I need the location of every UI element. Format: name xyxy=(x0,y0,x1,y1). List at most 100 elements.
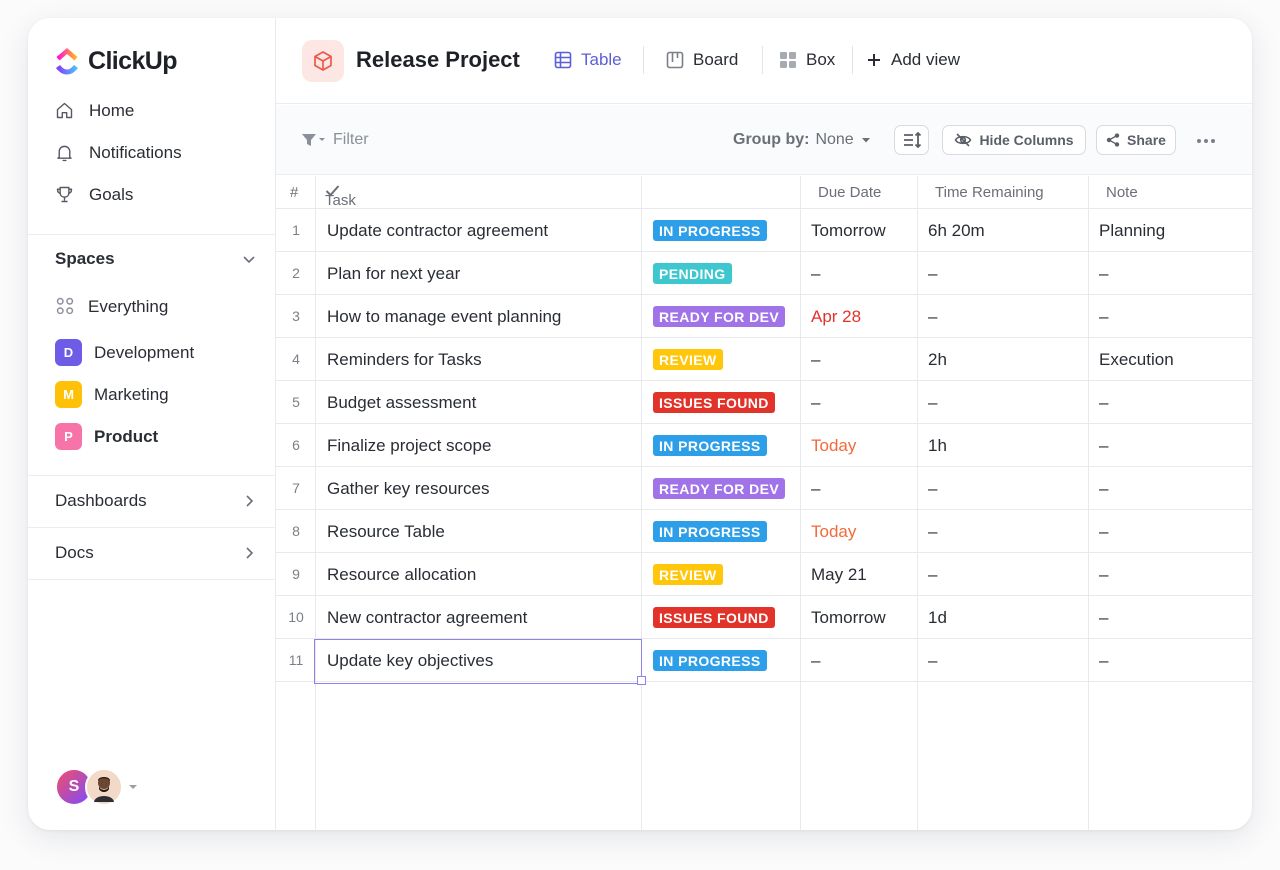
note-cell[interactable]: Planning xyxy=(1099,221,1165,241)
time-remaining-cell[interactable]: 2h xyxy=(928,350,947,370)
col-header-due[interactable]: Due Date xyxy=(818,184,881,201)
due-date-cell[interactable]: – xyxy=(811,651,820,671)
due-date-cell[interactable]: – xyxy=(811,393,820,413)
space-development[interactable]: D Development xyxy=(55,339,194,366)
status-badge[interactable]: REVIEW xyxy=(653,349,723,370)
task-name-cell[interactable]: Reminders for Tasks xyxy=(327,350,482,370)
table-row[interactable]: 2 Plan for next year PENDING – – – xyxy=(276,252,1252,295)
spaces-header[interactable]: Spaces xyxy=(55,249,257,269)
table-row[interactable]: 1 Update contractor agreement IN PROGRESS T… xyxy=(276,209,1252,252)
task-name-cell[interactable]: Update key objectives xyxy=(327,651,493,671)
cell-resize-handle[interactable] xyxy=(637,676,646,685)
grid-icon xyxy=(56,297,74,315)
time-remaining-cell[interactable]: – xyxy=(928,479,937,499)
status-badge[interactable]: ISSUES FOUND xyxy=(653,607,775,628)
table-row[interactable]: 3 How to manage event planning READY FOR D… xyxy=(276,295,1252,338)
task-name-cell[interactable]: Plan for next year xyxy=(327,264,460,284)
space-marketing[interactable]: M Marketing xyxy=(55,381,169,408)
table-row[interactable]: 4 Reminders for Tasks REVIEW – 2h Execution xyxy=(276,338,1252,381)
table-toolbar: Filter Group by: None Hide Columns Share xyxy=(276,105,1252,175)
time-remaining-cell[interactable]: – xyxy=(928,264,937,284)
time-remaining-cell[interactable]: – xyxy=(928,651,937,671)
note-cell[interactable]: – xyxy=(1099,436,1108,456)
note-cell[interactable]: – xyxy=(1099,565,1108,585)
user-avatars[interactable]: S xyxy=(55,768,139,806)
task-name-cell[interactable]: New contractor agreement xyxy=(327,608,527,628)
caret-down-icon[interactable] xyxy=(127,781,139,793)
table-row[interactable]: 5 Budget assessment ISSUES FOUND – – – xyxy=(276,381,1252,424)
tab-board[interactable]: Board xyxy=(666,50,738,70)
task-name-cell[interactable]: Budget assessment xyxy=(327,393,476,413)
nav-goals[interactable]: Goals xyxy=(54,184,133,205)
share-button[interactable]: Share xyxy=(1096,125,1176,155)
status-badge[interactable]: READY FOR DEV xyxy=(653,478,786,499)
status-badge[interactable]: IN PROGRESS xyxy=(653,435,767,456)
sidebar-docs[interactable]: Docs xyxy=(55,543,257,563)
task-name-cell[interactable]: Gather key resources xyxy=(327,479,490,499)
table-row[interactable]: 7 Gather key resources READY FOR DEV – – – xyxy=(276,467,1252,510)
col-header-task[interactable]: Task xyxy=(325,184,356,209)
filter-button[interactable]: Filter xyxy=(301,131,369,149)
task-name-cell[interactable]: Resource allocation xyxy=(327,565,476,585)
table-row[interactable]: 6 Finalize project scope IN PROGRESS Today 1… xyxy=(276,424,1252,467)
status-badge[interactable]: ISSUES FOUND xyxy=(653,392,775,413)
due-date-cell[interactable]: Tomorrow xyxy=(811,221,886,241)
due-date-cell[interactable]: – xyxy=(811,264,820,284)
dashboards-label: Dashboards xyxy=(55,491,147,510)
note-cell[interactable]: – xyxy=(1099,522,1108,542)
sidebar-dashboards[interactable]: Dashboards xyxy=(55,491,257,511)
task-name-cell[interactable]: How to manage event planning xyxy=(327,307,561,327)
logo[interactable]: ClickUp xyxy=(54,46,177,76)
status-badge[interactable]: IN PROGRESS xyxy=(653,220,767,241)
add-view-button[interactable]: Add view xyxy=(866,50,960,70)
tab-table[interactable]: Table xyxy=(554,50,622,70)
due-date-cell[interactable]: – xyxy=(811,350,820,370)
due-date-cell[interactable]: Tomorrow xyxy=(811,608,886,628)
table-row[interactable]: 8 Resource Table IN PROGRESS Today – – xyxy=(276,510,1252,553)
status-badge[interactable]: PENDING xyxy=(653,263,732,284)
space-everything[interactable]: Everything xyxy=(55,296,168,317)
status-badge[interactable]: READY FOR DEV xyxy=(653,306,786,327)
chevron-down-icon[interactable] xyxy=(241,251,257,267)
note-cell[interactable]: – xyxy=(1099,393,1108,413)
time-remaining-cell[interactable]: – xyxy=(928,393,937,413)
more-options-icon[interactable] xyxy=(1196,133,1216,144)
note-cell[interactable]: – xyxy=(1099,608,1108,628)
avatar-user-photo[interactable] xyxy=(85,768,123,806)
due-date-cell[interactable]: – xyxy=(811,479,820,499)
time-remaining-cell[interactable]: 6h 20m xyxy=(928,221,985,241)
status-badge[interactable]: IN PROGRESS xyxy=(653,650,767,671)
tab-box[interactable]: Box xyxy=(779,50,835,70)
note-cell[interactable]: – xyxy=(1099,651,1108,671)
col-header-remaining[interactable]: Time Remaining xyxy=(935,184,1044,201)
status-badge[interactable]: IN PROGRESS xyxy=(653,521,767,542)
nav-notifications[interactable]: Notifications xyxy=(54,142,182,163)
table-row[interactable]: 10 New contractor agreement ISSUES FOUND To… xyxy=(276,596,1252,639)
due-date-cell[interactable]: Apr 28 xyxy=(811,307,861,327)
table-row[interactable]: 9 Resource allocation REVIEW May 21 – – xyxy=(276,553,1252,596)
due-date-cell[interactable]: May 21 xyxy=(811,565,867,585)
task-name-cell[interactable]: Finalize project scope xyxy=(327,436,491,456)
task-name-cell[interactable]: Resource Table xyxy=(327,522,445,542)
table-row[interactable]: 11 Update key objectives IN PROGRESS – – – xyxy=(276,639,1252,682)
time-remaining-cell[interactable]: 1d xyxy=(928,608,947,628)
group-by-select[interactable]: Group by: None xyxy=(733,131,872,149)
hide-columns-button[interactable]: Hide Columns xyxy=(942,125,1086,155)
due-date-cell[interactable]: Today xyxy=(811,522,856,542)
note-cell[interactable]: Execution xyxy=(1099,350,1174,370)
col-header-note[interactable]: Note xyxy=(1106,184,1138,201)
note-cell[interactable]: – xyxy=(1099,264,1108,284)
time-remaining-cell[interactable]: – xyxy=(928,565,937,585)
note-cell[interactable]: – xyxy=(1099,307,1108,327)
docs-label: Docs xyxy=(55,543,94,562)
time-remaining-cell[interactable]: – xyxy=(928,307,937,327)
time-remaining-cell[interactable]: 1h xyxy=(928,436,947,456)
time-remaining-cell[interactable]: – xyxy=(928,522,937,542)
space-product[interactable]: P Product xyxy=(55,423,158,450)
nav-home[interactable]: Home xyxy=(54,100,134,121)
due-date-cell[interactable]: Today xyxy=(811,436,856,456)
sort-button[interactable] xyxy=(894,125,929,155)
task-name-cell[interactable]: Update contractor agreement xyxy=(327,221,548,241)
status-badge[interactable]: REVIEW xyxy=(653,564,723,585)
note-cell[interactable]: – xyxy=(1099,479,1108,499)
